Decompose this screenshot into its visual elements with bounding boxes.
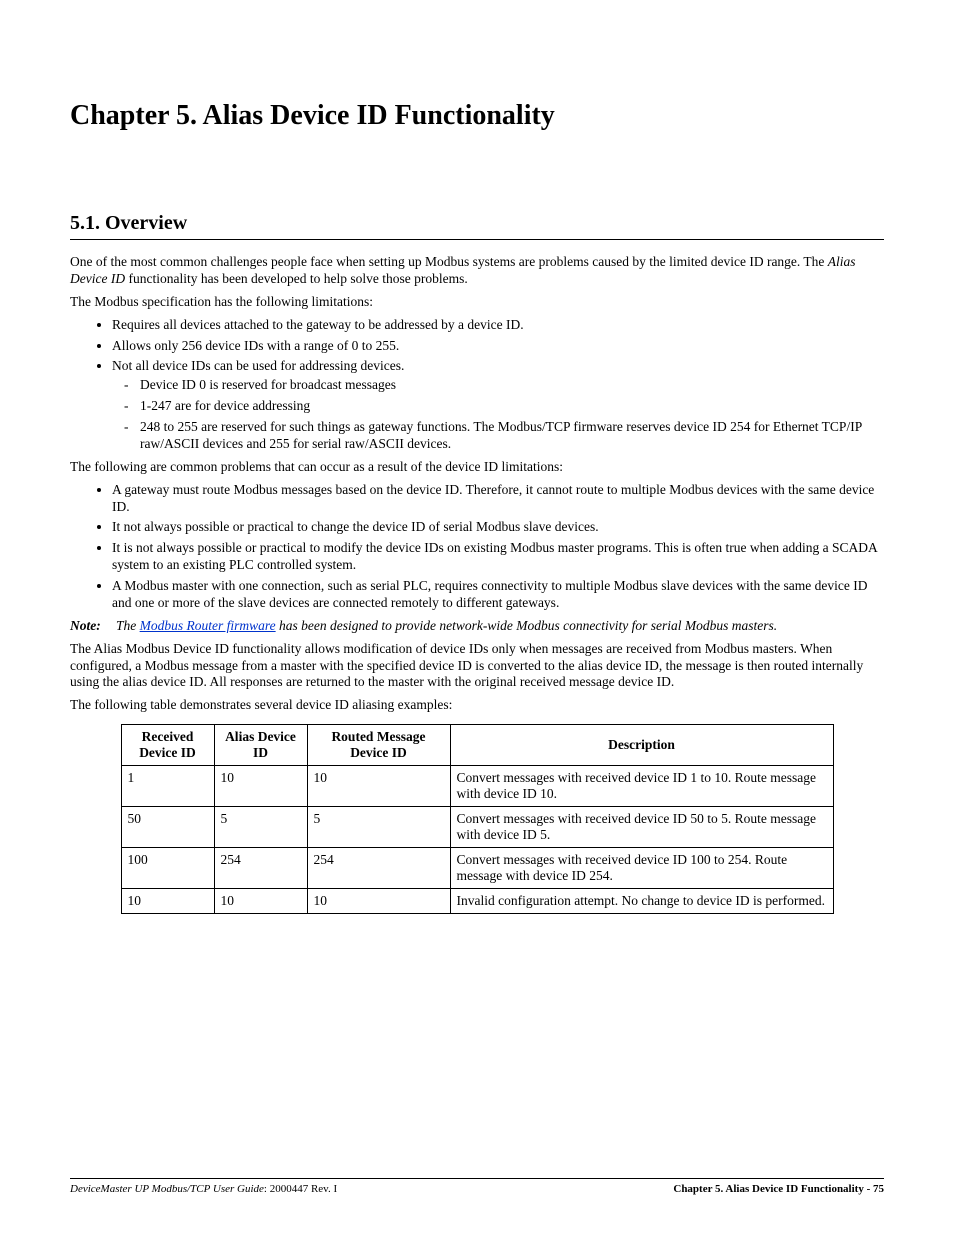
list-item: Not all device IDs can be used for addre…: [112, 358, 884, 452]
cell-received: 1: [121, 766, 214, 807]
sub-list: Device ID 0 is reserved for broadcast me…: [112, 377, 884, 453]
footer-rev: : 2000447 Rev. I: [264, 1183, 337, 1195]
table-row: 100 254 254 Convert messages with receiv…: [121, 848, 833, 889]
chapter-title: Chapter 5. Alias Device ID Functionality: [70, 100, 884, 132]
text: Not all device IDs can be used for addre…: [112, 358, 404, 373]
page: Chapter 5. Alias Device ID Functionality…: [0, 0, 954, 1235]
text: One of the most common challenges people…: [70, 254, 828, 269]
paragraph-table-intro: The following table demonstrates several…: [70, 697, 884, 714]
problems-list: A gateway must route Modbus messages bas…: [70, 482, 884, 612]
list-item: A Modbus master with one connection, suc…: [112, 578, 884, 612]
list-item: 248 to 255 are reserved for such things …: [140, 419, 884, 453]
cell-received: 100: [121, 848, 214, 889]
aliasing-table: Received Device ID Alias Device ID Route…: [121, 724, 834, 914]
col-routed-header: Routed Message Device ID: [307, 725, 450, 766]
paragraph-functionality: The Alias Modbus Device ID functionality…: [70, 641, 884, 692]
list-item: Requires all devices attached to the gat…: [112, 317, 884, 334]
list-item: A gateway must route Modbus messages bas…: [112, 482, 884, 516]
cell-description: Convert messages with received device ID…: [450, 807, 833, 848]
cell-routed: 10: [307, 766, 450, 807]
paragraph-intro: One of the most common challenges people…: [70, 254, 884, 288]
cell-alias: 5: [214, 807, 307, 848]
list-item: Device ID 0 is reserved for broadcast me…: [140, 377, 884, 394]
cell-alias: 10: [214, 889, 307, 914]
page-footer: DeviceMaster UP Modbus/TCP User Guide: 2…: [70, 1178, 884, 1195]
col-description-header: Description: [450, 725, 833, 766]
col-alias-header: Alias Device ID: [214, 725, 307, 766]
modbus-router-firmware-link[interactable]: Modbus Router firmware: [140, 618, 276, 633]
cell-alias: 10: [214, 766, 307, 807]
cell-alias: 254: [214, 848, 307, 889]
cell-description: Convert messages with received device ID…: [450, 848, 833, 889]
cell-description: Convert messages with received device ID…: [450, 766, 833, 807]
text: has been designed to provide network-wid…: [276, 618, 778, 633]
list-item: Allows only 256 device IDs with a range …: [112, 338, 884, 355]
col-received-header: Received Device ID: [121, 725, 214, 766]
list-item: 1-247 are for device addressing: [140, 398, 884, 415]
footer-guide-title: DeviceMaster UP Modbus/TCP User Guide: [70, 1183, 264, 1195]
cell-received: 50: [121, 807, 214, 848]
table-header-row: Received Device ID Alias Device ID Route…: [121, 725, 833, 766]
section-rule: [70, 239, 884, 240]
list-item: It is not always possible or practical t…: [112, 540, 884, 574]
table-row: 50 5 5 Convert messages with received de…: [121, 807, 833, 848]
footer-left: DeviceMaster UP Modbus/TCP User Guide: 2…: [70, 1183, 337, 1195]
cell-routed: 254: [307, 848, 450, 889]
text: functionality has been developed to help…: [125, 271, 468, 286]
section-title: 5.1. Overview: [70, 212, 884, 235]
note-label: Note:: [70, 618, 101, 635]
cell-routed: 10: [307, 889, 450, 914]
text: The: [116, 618, 140, 633]
footer-right: Chapter 5. Alias Device ID Functionality…: [673, 1183, 884, 1195]
cell-description: Invalid configuration attempt. No change…: [450, 889, 833, 914]
table-row: 10 10 10 Invalid configuration attempt. …: [121, 889, 833, 914]
limitations-list: Requires all devices attached to the gat…: [70, 317, 884, 453]
cell-received: 10: [121, 889, 214, 914]
table-row: 1 10 10 Convert messages with received d…: [121, 766, 833, 807]
paragraph-spec-intro: The Modbus specification has the followi…: [70, 294, 884, 311]
paragraph-problems-intro: The following are common problems that c…: [70, 459, 884, 476]
cell-routed: 5: [307, 807, 450, 848]
note: Note: The Modbus Router firmware has bee…: [70, 618, 884, 635]
list-item: It not always possible or practical to c…: [112, 519, 884, 536]
